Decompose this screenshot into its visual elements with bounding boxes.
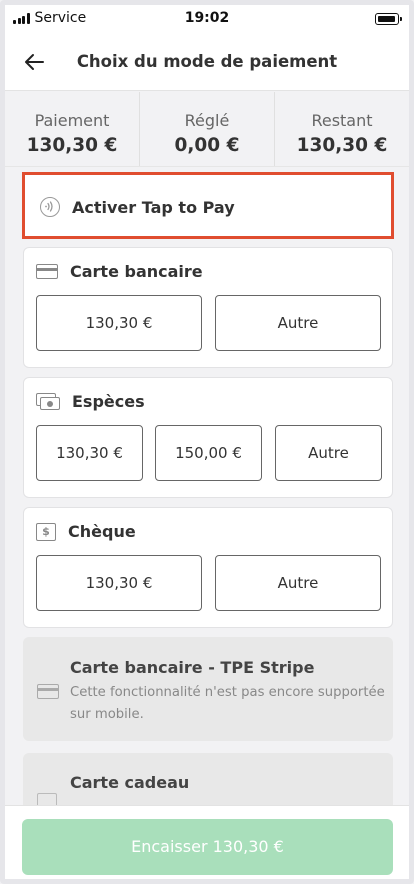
payment-summary: Paiement 130,30 € Réglé 0,00 € Restant 1… — [5, 92, 409, 167]
cash-icon — [36, 393, 60, 410]
section-title: Chèque — [68, 522, 136, 541]
cash-other-button[interactable]: Autre — [275, 425, 382, 481]
cash-rounded-button[interactable]: 150,00 € — [155, 425, 262, 481]
phone-frame: Service 19:02 Choix du mode de paiement … — [0, 0, 414, 884]
tap-to-pay-label: Activer Tap to Pay — [72, 198, 235, 217]
app-header: Choix du mode de paiement — [5, 33, 409, 91]
card-amount-button[interactable]: 130,30 € — [36, 295, 202, 351]
credit-card-icon — [36, 264, 58, 279]
status-bar: Service 19:02 — [5, 5, 409, 33]
stripe-terminal-section: Carte bancaire - TPE Stripe Cette foncti… — [23, 637, 393, 741]
credit-card-icon — [37, 684, 59, 699]
card-other-button[interactable]: Autre — [215, 295, 381, 351]
battery-icon — [375, 13, 402, 25]
section-title: Carte bancaire — [70, 262, 203, 281]
section-title: Carte bancaire - TPE Stripe — [70, 658, 315, 677]
section-title: Espèces — [72, 392, 145, 411]
unsupported-notice: Cette fonctionnalité n'est pas encore su… — [70, 685, 385, 722]
summary-label: Restant — [311, 111, 373, 130]
summary-settled: Réglé 0,00 € — [139, 92, 274, 166]
summary-label: Réglé — [184, 111, 230, 130]
check-payment-header: $ Chèque — [36, 522, 136, 541]
card-payment-section: Carte bancaire 130,30 € Autre — [23, 247, 393, 368]
section-title: Carte cadeau — [70, 773, 190, 792]
summary-value: 130,30 € — [26, 135, 118, 156]
cash-amount-button[interactable]: 130,30 € — [36, 425, 143, 481]
tap-to-pay-button[interactable]: Activer Tap to Pay — [22, 172, 394, 239]
footer-bar: Encaisser 130,30 € — [5, 805, 409, 879]
check-amount-button[interactable]: 130,30 € — [36, 555, 202, 611]
cash-payment-header: Espèces — [36, 392, 145, 411]
summary-value: 130,30 € — [296, 135, 388, 156]
check-icon: $ — [36, 522, 56, 541]
summary-payment: Paiement 130,30 € — [5, 92, 139, 166]
check-other-button[interactable]: Autre — [215, 555, 381, 611]
summary-remaining: Restant 130,30 € — [274, 92, 409, 166]
check-payment-section: $ Chèque 130,30 € Autre — [23, 507, 393, 628]
clock: 19:02 — [184, 10, 230, 26]
cash-in-button[interactable]: Encaisser 130,30 € — [22, 819, 393, 875]
summary-value: 0,00 € — [174, 135, 240, 156]
card-payment-header: Carte bancaire — [36, 262, 203, 281]
summary-label: Paiement — [34, 111, 110, 130]
cash-payment-section: Espèces 130,30 € 150,00 € Autre — [23, 377, 393, 498]
contactless-icon — [40, 197, 60, 217]
page-title: Choix du mode de paiement — [76, 52, 338, 71]
